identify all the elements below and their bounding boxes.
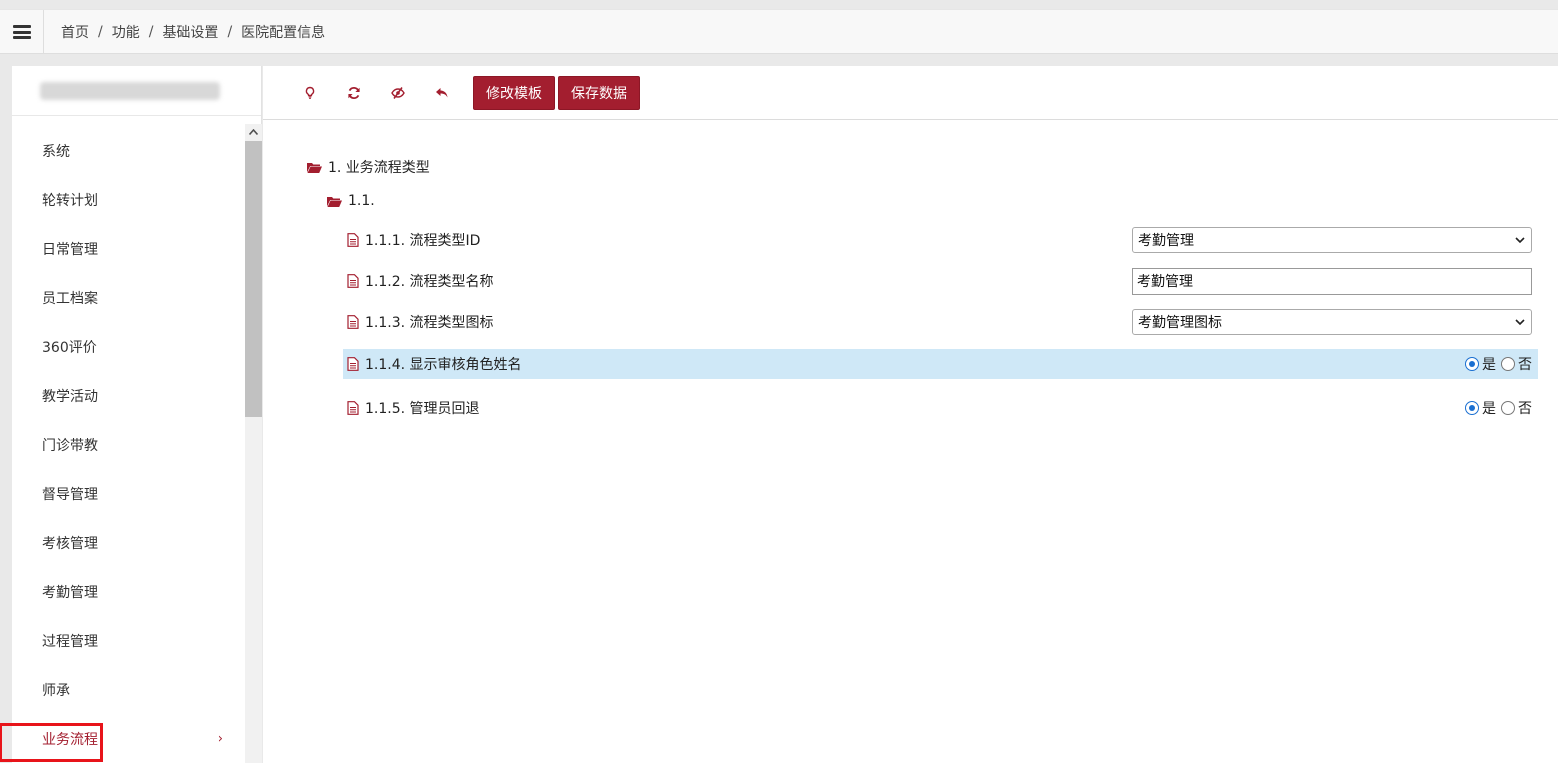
radio-yes-label: 是 <box>1482 401 1496 417</box>
main-content: 修改模板 保存数据 1. 业务流程类型 1.1. 1.1.1. 流程类型ID 考… <box>263 66 1558 763</box>
chevron-down-icon <box>1515 237 1525 244</box>
edit-template-button[interactable]: 修改模板 <box>473 75 555 110</box>
radio-yes[interactable] <box>1465 401 1479 415</box>
sidebar-item-label: 员工档案 <box>42 290 98 307</box>
sidebar-item-assessment[interactable]: 考核管理 <box>12 518 245 567</box>
eye-slash-icon[interactable] <box>376 76 420 110</box>
radio-no[interactable] <box>1501 357 1515 371</box>
radio-yes-label: 是 <box>1482 357 1496 373</box>
sidebar-item-system[interactable]: 系统 <box>12 126 245 175</box>
breadcrumb: 首页 / 功能 / 基础设置 / 医院配置信息 <box>61 10 325 54</box>
sidebar-item-outpatient-teaching[interactable]: 门诊带教 <box>12 420 245 469</box>
document-icon <box>347 401 359 415</box>
sidebar-item-process-management[interactable]: 过程管理 <box>12 616 245 665</box>
breadcrumb-basic-settings[interactable]: 基础设置 <box>162 22 218 42</box>
sidebar: 系统 轮转计划 日常管理 员工档案 360评价 教学活动 门诊带教 督导管理 考… <box>0 66 262 763</box>
save-data-button[interactable]: 保存数据 <box>558 75 640 110</box>
sidebar-item-rotation-plan[interactable]: 轮转计划 <box>12 175 245 224</box>
refresh-icon[interactable] <box>332 76 376 110</box>
tree-root-label: 1. 业务流程类型 <box>328 160 430 176</box>
row-label: 1.1.5. 管理员回退 <box>365 401 480 417</box>
radio-yes[interactable] <box>1465 357 1479 371</box>
sidebar-item-label: 督导管理 <box>42 486 98 503</box>
hamburger-icon <box>12 25 31 39</box>
config-row: 1.1.5. 管理员回退 是 否 <box>343 393 1538 423</box>
sidebar-item-label: 考勤管理 <box>42 584 98 601</box>
sidebar-item-staff-records[interactable]: 员工档案 <box>12 273 245 322</box>
radio-no-label: 否 <box>1518 357 1532 373</box>
lightbulb-icon[interactable] <box>288 76 332 110</box>
logo-blurred <box>40 81 220 100</box>
logo-area <box>12 66 261 116</box>
sidebar-item-label: 考核管理 <box>42 535 98 552</box>
tree-root-node[interactable]: 1. 业务流程类型 <box>307 157 430 177</box>
admin-rollback-radio-group: 是 否 <box>1465 398 1532 418</box>
document-icon <box>347 315 359 329</box>
config-row: 1.1.1. 流程类型ID 考勤管理 <box>343 225 1538 255</box>
radio-no[interactable] <box>1501 401 1515 415</box>
sidebar-item-teaching-activities[interactable]: 教学活动 <box>12 371 245 420</box>
folder-open-icon <box>327 196 342 207</box>
row-label: 1.1.4. 显示审核角色姓名 <box>365 357 522 373</box>
scroll-up-arrow-icon[interactable] <box>245 124 262 140</box>
scrollbar-thumb[interactable] <box>245 141 262 417</box>
flow-type-id-select[interactable]: 考勤管理 <box>1132 227 1532 253</box>
sidebar-item-360-evaluation[interactable]: 360评价 <box>12 322 245 371</box>
breadcrumb-separator: / <box>227 24 233 40</box>
sidebar-item-label: 门诊带教 <box>42 437 98 454</box>
sidebar-item-label: 师承 <box>42 682 70 699</box>
select-value: 考勤管理图标 <box>1138 315 1222 331</box>
breadcrumb-separator: / <box>98 24 103 40</box>
sidebar-item-mentorship[interactable]: 师承 <box>12 665 245 714</box>
row-label: 1.1.3. 流程类型图标 <box>365 315 494 331</box>
document-icon <box>347 233 359 247</box>
sidebar-item-label: 日常管理 <box>42 241 98 258</box>
sidebar-item-label: 业务流程 <box>42 731 98 748</box>
breadcrumb-current: 医院配置信息 <box>241 25 326 41</box>
flow-type-name-field[interactable] <box>1132 267 1532 295</box>
config-row: 1.1.3. 流程类型图标 考勤管理图标 <box>343 307 1538 337</box>
row-label: 1.1.2. 流程类型名称 <box>365 274 494 290</box>
sidebar-item-label: 教学活动 <box>42 388 98 405</box>
tree-group-node[interactable]: 1.1. <box>327 193 375 209</box>
sidebar-item-label: 360评价 <box>42 339 97 356</box>
config-row-highlighted: 1.1.4. 显示审核角色姓名 是 否 <box>343 349 1538 379</box>
tree-group-label: 1.1. <box>348 193 375 209</box>
breadcrumb-function[interactable]: 功能 <box>112 22 140 42</box>
folder-open-icon <box>307 162 322 173</box>
chevron-right-icon: › <box>217 731 223 746</box>
config-row: 1.1.2. 流程类型名称 <box>343 266 1538 296</box>
toolbar: 修改模板 保存数据 <box>263 66 1558 120</box>
sidebar-scrollbar[interactable] <box>245 124 262 763</box>
row-label: 1.1.1. 流程类型ID <box>365 233 481 249</box>
sidebar-item-business-process[interactable]: 业务流程 › <box>0 714 245 763</box>
sidebar-item-label: 轮转计划 <box>42 192 98 209</box>
menu-toggle-button[interactable] <box>0 10 44 54</box>
document-icon <box>347 357 359 371</box>
flow-type-icon-select[interactable]: 考勤管理图标 <box>1132 309 1532 335</box>
top-bar: 首页 / 功能 / 基础设置 / 医院配置信息 <box>0 9 1558 54</box>
sidebar-item-attendance[interactable]: 考勤管理 <box>12 567 245 616</box>
show-reviewer-name-radio-group: 是 否 <box>1465 354 1532 374</box>
sidebar-item-label: 过程管理 <box>42 633 98 650</box>
sidebar-item-supervision[interactable]: 督导管理 <box>12 469 245 518</box>
sidebar-item-label: 系统 <box>42 143 70 160</box>
radio-no-label: 否 <box>1518 401 1532 417</box>
breadcrumb-home[interactable]: 首页 <box>61 22 89 42</box>
chevron-down-icon <box>1515 319 1525 326</box>
document-icon <box>347 274 359 288</box>
select-value: 考勤管理 <box>1138 233 1194 249</box>
undo-icon[interactable] <box>420 76 464 110</box>
sidebar-menu: 系统 轮转计划 日常管理 员工档案 360评价 教学活动 门诊带教 督导管理 考… <box>0 126 245 763</box>
sidebar-item-daily-management[interactable]: 日常管理 <box>12 224 245 273</box>
breadcrumb-separator: / <box>148 24 154 40</box>
